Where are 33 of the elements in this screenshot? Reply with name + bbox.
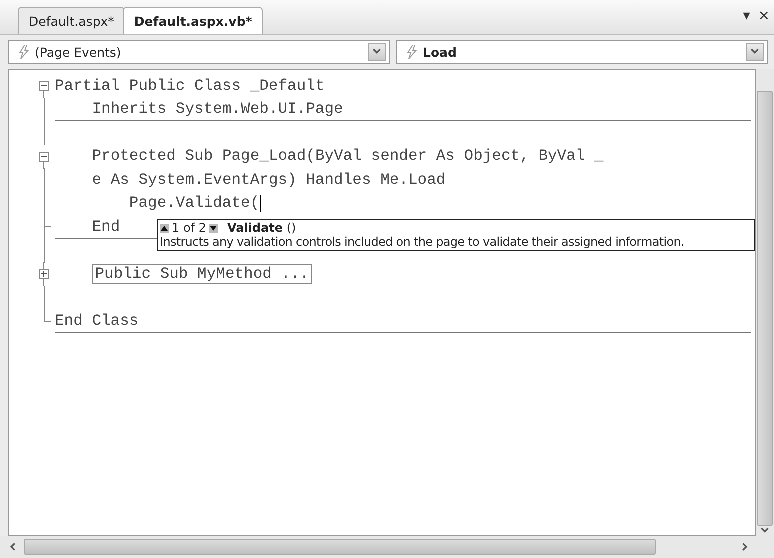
chevron-icon[interactable] — [749, 47, 761, 57]
document-tab[interactable]: Default.aspx.vb* — [123, 7, 264, 34]
scroll-thumb[interactable] — [757, 91, 773, 526]
down-arrow-icon[interactable] — [209, 224, 218, 232]
lightning-icon — [407, 45, 417, 59]
window-control[interactable]: ▾ — [743, 8, 750, 24]
dropdown[interactable]: (Page Events) — [8, 40, 390, 64]
dropdown-arrow-button[interactable] — [746, 43, 764, 61]
code-line: End Class — [55, 312, 139, 330]
chevron-icon[interactable] — [371, 47, 383, 57]
code-line: Inherits System.Web.UI.Page — [92, 100, 344, 118]
window-control[interactable]: × — [758, 8, 770, 24]
method-description: Instructs any validation controls included on the page to validate their assigned information. — [160, 235, 686, 249]
document-tab[interactable]: Default.aspx* — [18, 7, 126, 34]
vertical-scrollbar[interactable] — [756, 69, 774, 536]
up-arrow-icon[interactable] — [160, 224, 169, 232]
code-line: Partial Public Class _Default — [55, 76, 325, 95]
dropdown[interactable]: Load — [396, 40, 768, 64]
code-line: e As System.EventArgs) Handles Me.Load — [92, 170, 446, 189]
code-editor[interactable] — [8, 69, 756, 536]
dropdown-arrow-button[interactable] — [368, 43, 386, 61]
expand-icon[interactable] — [39, 262, 49, 286]
code-line: Protected Sub Page_Load(ByVal sender As Object, ByVal _ — [92, 147, 604, 166]
scroll-thumb[interactable] — [24, 539, 656, 555]
collapse-icon[interactable] — [39, 81, 49, 98]
code-line: End — [92, 218, 120, 236]
collapse-icon[interactable] — [39, 152, 49, 168]
horizontal-scrollbar[interactable] — [0, 536, 774, 558]
overload-counter: 1 of 2 — [172, 221, 206, 235]
method-signature: Validate () — [227, 221, 296, 235]
lightning-icon — [19, 45, 29, 59]
collapsed-region: Public Sub MyMethod ... — [92, 264, 312, 284]
code-line: Page.Validate( — [129, 194, 260, 212]
